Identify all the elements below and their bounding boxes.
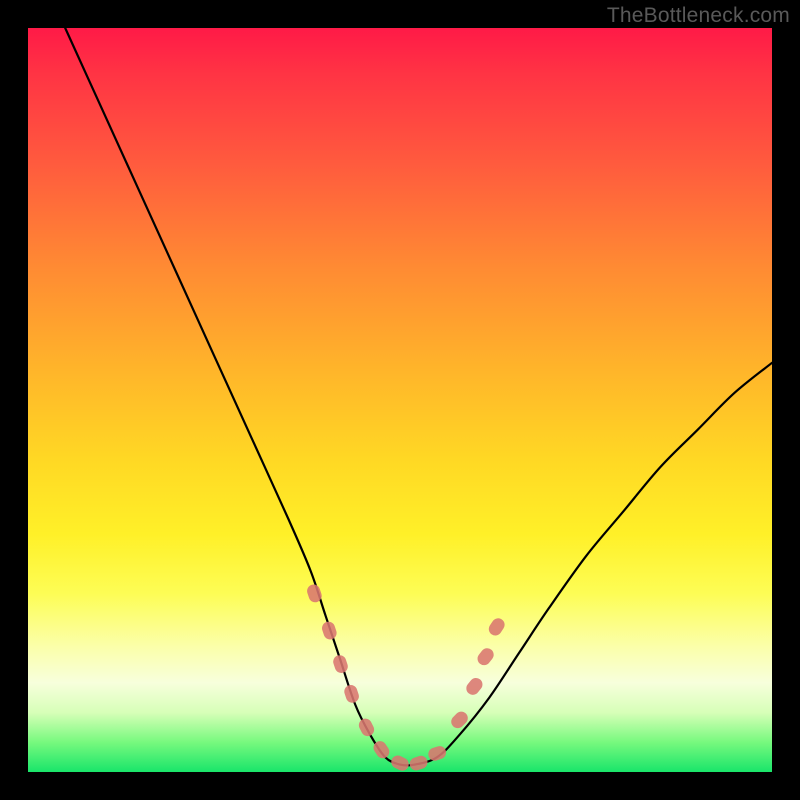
curve-marker — [389, 753, 411, 773]
curve-marker — [320, 620, 338, 641]
curve-marker — [343, 683, 361, 704]
curve-marker — [486, 616, 507, 638]
curve-marker — [357, 716, 377, 738]
chart-svg — [28, 28, 772, 772]
curve-markers — [305, 583, 507, 773]
curve-marker — [331, 654, 349, 675]
curve-marker — [475, 646, 496, 668]
curve-marker — [464, 675, 485, 697]
chart-frame: TheBottleneck.com — [0, 0, 800, 800]
bottleneck-curve — [65, 28, 772, 766]
curve-marker — [408, 754, 429, 772]
watermark-text: TheBottleneck.com — [607, 4, 790, 28]
plot-area — [28, 28, 772, 772]
